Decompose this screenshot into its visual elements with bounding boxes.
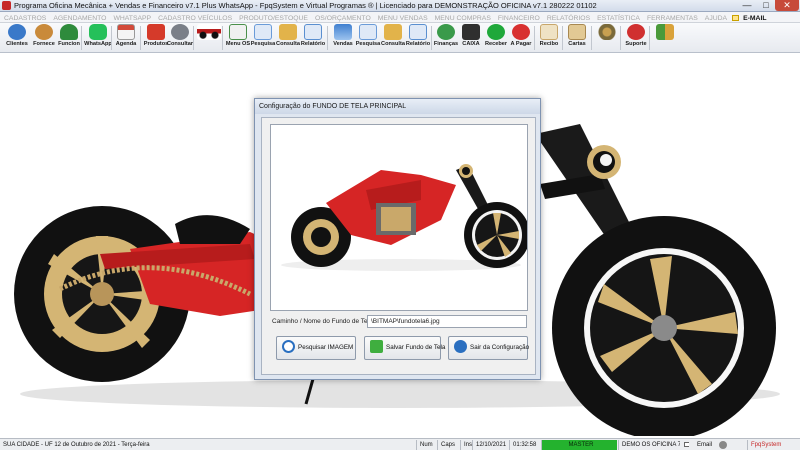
app-icon [2, 1, 11, 10]
wallpaper-path-field[interactable] [367, 315, 527, 328]
cashbox-icon [462, 24, 480, 40]
products-icon [147, 24, 165, 40]
pay-money-icon [512, 24, 530, 40]
search-image-label: Pesquisar IMAGEM [298, 344, 354, 351]
toolbar-separator [591, 26, 592, 50]
status-bar: SUA CIDADE - UF 12 de Outubro de 2021 - … [0, 438, 800, 450]
sales-icon [334, 24, 352, 40]
tools-icon [598, 24, 616, 40]
window-title: Programa Oficina Mecânica + Vendas e Fin… [14, 1, 597, 10]
calendar-icon [117, 24, 135, 40]
toolbar-exit-button[interactable] [651, 24, 679, 52]
receive-money-icon [487, 24, 505, 40]
toolbar-suporte-button[interactable]: Suporte [622, 24, 650, 52]
wallpaper-preview [270, 124, 528, 311]
dialog-body: Caminho / Nome do Fundo de Tela Pesquisa… [261, 117, 536, 375]
os-menu-icon [229, 24, 247, 40]
title-bar: Programa Oficina Mecânica + Vendas e Fin… [0, 0, 800, 12]
check-icon [370, 340, 383, 353]
toolbar-label: Consultar [166, 41, 194, 47]
letters-icon [568, 24, 586, 40]
exit-config-label: Sair da Configuração [470, 344, 530, 351]
toolbar-separator [193, 26, 194, 50]
save-wallpaper-label: Salvar Fundo de Tela [386, 344, 446, 351]
close-button[interactable]: ✕ [775, 0, 799, 11]
toolbar: Clientes Fornece Funcion WhatsApp Agenda… [0, 23, 800, 53]
wallpaper-config-dialog: Configuração do FUNDO DE TELA PRINCIPAL [254, 98, 541, 380]
search-doc-icon [254, 24, 272, 40]
clients-icon [8, 24, 26, 40]
employee-icon [60, 24, 78, 40]
status-city-date: SUA CIDADE - UF 12 de Outubro de 2021 - … [3, 442, 150, 448]
receipt-icon [540, 24, 558, 40]
status-caps: Caps [437, 440, 459, 450]
app-window: Programa Oficina Mecânica + Vendas e Fin… [0, 0, 800, 450]
finance-icon [437, 24, 455, 40]
status-email[interactable]: Email [694, 440, 716, 450]
exit-door-icon [454, 340, 467, 353]
search-doc-icon [359, 24, 377, 40]
preview-motorcycle-image [281, 164, 527, 271]
maximize-button[interactable]: □ [756, 0, 776, 11]
status-num: Num [416, 440, 436, 450]
status-master-badge: MASTER [541, 440, 617, 450]
folder-icon [384, 24, 402, 40]
wrench-icon [716, 440, 730, 450]
exit-icon [656, 24, 674, 40]
toolbar-label: Suporte [625, 41, 647, 47]
report-icon [409, 24, 427, 40]
status-company: DEMO OS OFICINA 7.1 [618, 440, 680, 450]
exit-config-button[interactable]: Sair da Configuração [448, 336, 530, 360]
path-label: Caminho / Nome do Fundo de Tela [272, 318, 373, 325]
save-wallpaper-button[interactable]: Salvar Fundo de Tela [364, 336, 445, 360]
status-brand: FpqSystem [747, 440, 789, 450]
magnifier-icon [282, 340, 295, 353]
consult-icon [171, 24, 189, 40]
status-time: 01:32:58 [509, 440, 539, 450]
toolbar-separator [649, 26, 650, 50]
suppliers-icon [35, 24, 53, 40]
email-icon [732, 15, 740, 21]
menu-bar: CADASTROS AGENDAMENTO WHATSAPP CADASTRO VEÍ… [0, 12, 800, 23]
search-image-button[interactable]: Pesquisar IMAGEM [276, 336, 356, 360]
motorcycle-icon [197, 24, 221, 40]
folder-icon [279, 24, 297, 40]
report-icon [304, 24, 322, 40]
minimize-button[interactable]: — [737, 0, 757, 11]
whatsapp-icon [89, 24, 107, 40]
toolbar-consultar-button[interactable]: Consultar [166, 24, 194, 52]
support-icon [627, 24, 645, 40]
toolbar-cartas-button[interactable]: Cartas [563, 24, 591, 52]
status-date: 12/10/2021 [472, 440, 508, 450]
mail-icon [681, 440, 689, 450]
dialog-title: Configuração do FUNDO DE TELA PRINCIPAL [255, 99, 540, 114]
